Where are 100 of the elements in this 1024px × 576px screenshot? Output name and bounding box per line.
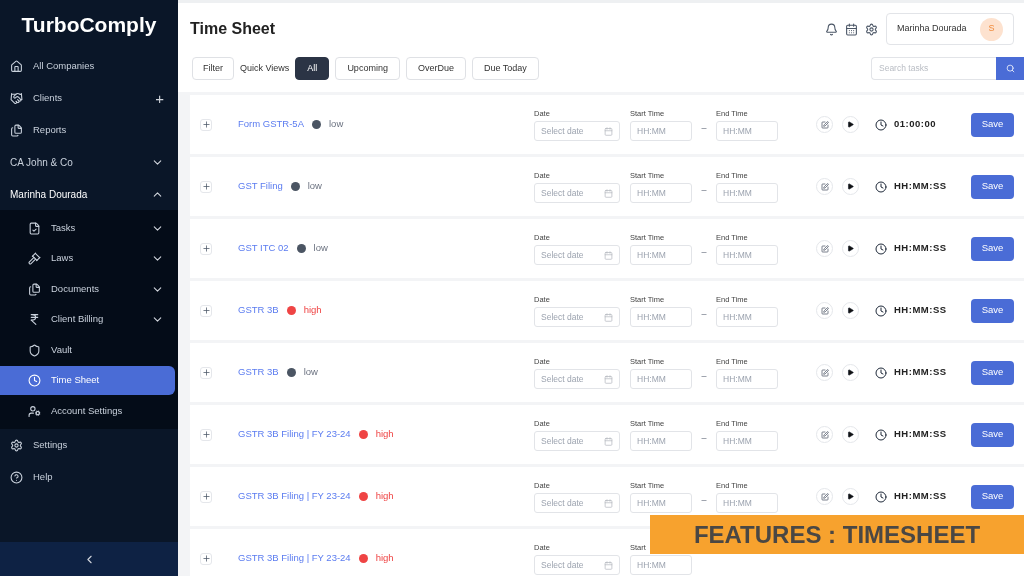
expand-button[interactable] xyxy=(200,304,212,317)
time-field[interactable]: HH:MM xyxy=(716,245,778,266)
date-field[interactable]: Select date xyxy=(534,369,620,390)
quick-view-tab[interactable]: OverDue xyxy=(405,57,466,80)
sidebar-item[interactable]: Documents xyxy=(0,274,175,304)
sidebar-item[interactable]: Help xyxy=(0,461,178,493)
timer-text: HH:MM:SS xyxy=(894,427,948,442)
sidebar-item[interactable]: All Companies xyxy=(0,50,178,82)
shield-icon xyxy=(28,343,41,357)
time-field[interactable]: HH:MM xyxy=(630,183,692,204)
task-name-link[interactable]: GSTR 3B Filing | FY 23-24 xyxy=(238,551,351,566)
time-field[interactable]: HH:MM xyxy=(716,121,778,142)
date-field[interactable]: Select date xyxy=(534,307,620,328)
save-button[interactable]: Save xyxy=(971,236,1014,261)
expand-button[interactable] xyxy=(200,552,212,565)
date-field[interactable]: Select date xyxy=(534,555,620,576)
calendar-icon[interactable] xyxy=(845,22,858,36)
time-field[interactable]: HH:MM xyxy=(716,493,778,514)
time-field[interactable]: HH:MM xyxy=(716,183,778,204)
quick-view-tab[interactable]: Upcoming xyxy=(335,57,400,80)
date-field[interactable]: Select date xyxy=(534,183,620,204)
task-name-link[interactable]: Form GSTR-5A xyxy=(238,117,304,132)
settings-icon[interactable] xyxy=(865,22,878,36)
clock-icon xyxy=(875,118,887,131)
add-client-button[interactable]: + xyxy=(155,90,164,106)
play-icon xyxy=(847,245,854,252)
timer-text: HH:MM:SS xyxy=(894,241,948,256)
expand-button[interactable] xyxy=(200,366,212,379)
time-field[interactable]: HH:MM xyxy=(630,369,692,390)
task-name-link[interactable]: GST ITC 02 xyxy=(238,241,289,256)
time-field[interactable]: HH:MM xyxy=(630,245,692,266)
sidebar-group[interactable]: Marinha Dourada xyxy=(0,178,178,210)
save-button[interactable]: Save xyxy=(971,484,1014,509)
clock-icon xyxy=(875,180,887,193)
time-field[interactable]: HH:MM xyxy=(630,493,692,514)
sidebar-item[interactable]: Settings xyxy=(0,429,178,461)
plus-icon xyxy=(201,182,211,191)
sidebar-item[interactable]: Client Billing xyxy=(0,305,175,334)
search-icon xyxy=(1005,64,1015,73)
timer-text: HH:MM:SS xyxy=(894,365,948,380)
sidebar-item[interactable]: Tasks xyxy=(0,213,175,243)
save-button[interactable]: Save xyxy=(971,112,1014,137)
save-button[interactable]: Save xyxy=(971,298,1014,323)
calendar-icon xyxy=(604,126,613,136)
notification-icon[interactable] xyxy=(825,22,838,36)
quick-view-tab[interactable]: All xyxy=(295,57,330,80)
filter-button[interactable]: Filter xyxy=(192,57,234,80)
clock-icon xyxy=(875,304,887,317)
calendar-icon xyxy=(604,188,613,198)
priority-label: low xyxy=(313,241,328,256)
quick-view-tab[interactable]: Due Today xyxy=(471,57,539,80)
save-button[interactable]: Save xyxy=(971,174,1014,199)
dash-separator: – xyxy=(701,121,707,135)
expand-button[interactable] xyxy=(200,242,212,255)
sidebar-item[interactable]: Clients + xyxy=(0,82,178,114)
date-field[interactable]: Select date xyxy=(534,245,620,266)
sidebar-item[interactable]: Time Sheet xyxy=(0,366,175,395)
sidebar-item[interactable]: Account Settings xyxy=(0,396,175,426)
task-name-link[interactable]: GSTR 3B xyxy=(238,365,279,380)
expand-button[interactable] xyxy=(200,180,212,193)
edit-icon xyxy=(820,244,829,253)
time-field[interactable]: HH:MM xyxy=(630,121,692,142)
sidebar-item[interactable]: Vault xyxy=(0,335,175,365)
sidebar-group[interactable]: CA John & Co xyxy=(0,146,178,178)
dash-separator: – xyxy=(701,369,707,383)
user-menu[interactable]: Marinha Dourada S xyxy=(886,13,1014,45)
search-button[interactable] xyxy=(996,57,1024,80)
edit-icon xyxy=(820,182,829,191)
task-name-link[interactable]: GSTR 3B xyxy=(238,303,279,318)
time-field[interactable]: HH:MM xyxy=(716,369,778,390)
sidebar-item[interactable]: Reports xyxy=(0,114,178,146)
sidebar-item[interactable]: Laws xyxy=(0,244,175,273)
play-icon xyxy=(847,307,854,314)
expand-button[interactable] xyxy=(200,118,212,131)
logo: TurboComply xyxy=(21,12,157,39)
timer-text: HH:MM:SS xyxy=(894,489,948,504)
play-icon xyxy=(847,493,854,500)
calendar-icon xyxy=(604,436,613,446)
save-button[interactable]: Save xyxy=(971,422,1014,447)
task-name-link[interactable]: GSTR 3B Filing | FY 23-24 xyxy=(238,427,351,442)
date-field[interactable]: Select date xyxy=(534,431,620,452)
timer-text: 01:00:00 xyxy=(894,117,938,132)
play-icon xyxy=(847,183,854,190)
expand-button[interactable] xyxy=(200,428,212,441)
timer-text: HH:MM:SS xyxy=(894,303,948,318)
expand-button[interactable] xyxy=(200,490,212,503)
priority-label: high xyxy=(303,303,322,318)
task-name-link[interactable]: GST Filing xyxy=(238,179,283,194)
home-icon xyxy=(10,59,23,73)
save-button[interactable]: Save xyxy=(971,360,1014,385)
time-field[interactable]: HH:MM xyxy=(716,431,778,452)
date-field[interactable]: Select date xyxy=(534,493,620,514)
avatar: S xyxy=(980,17,1003,41)
date-field[interactable]: Select date xyxy=(534,121,620,142)
time-field[interactable]: HH:MM xyxy=(716,307,778,328)
time-field[interactable]: HH:MM xyxy=(630,555,692,576)
task-name-link[interactable]: GSTR 3B Filing | FY 23-24 xyxy=(238,489,351,504)
time-field[interactable]: HH:MM xyxy=(630,307,692,328)
time-field[interactable]: HH:MM xyxy=(630,431,692,452)
calendar-icon xyxy=(604,498,613,508)
